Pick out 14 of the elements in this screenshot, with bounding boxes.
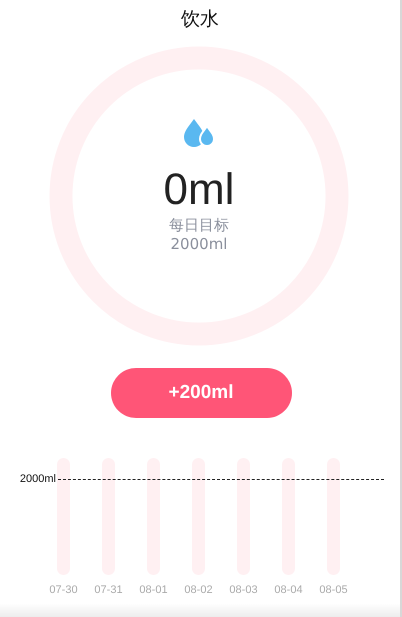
date-label: 08-02 [184,584,213,596]
intake-amount: 0ml [164,164,234,216]
add-water-button[interactable]: +200ml [110,368,292,418]
page-title: 饮水 [180,7,220,32]
date-label: 08-01 [139,584,168,596]
target-label: 2000ml [18,473,57,485]
date-label: 08-05 [319,584,348,596]
goal-value: 2000ml [170,235,228,254]
goal-label: 每日目标 [169,216,229,235]
date-label: 08-03 [229,584,258,596]
date-label: 08-04 [274,584,303,596]
date-label: 07-30 [49,584,78,596]
water-drops-icon [182,118,216,148]
date-label: 07-31 [94,584,123,596]
